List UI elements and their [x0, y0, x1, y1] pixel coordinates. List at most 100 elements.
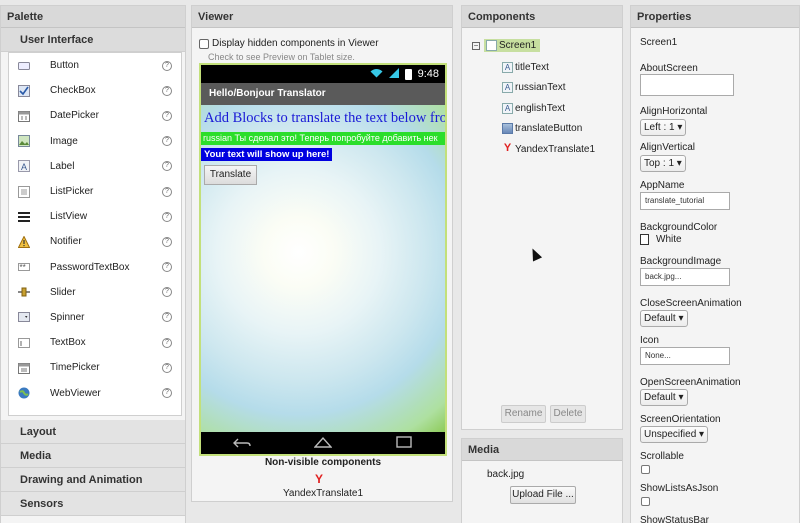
prop-label-showstatusbar: ShowStatusBar	[640, 515, 709, 523]
help-icon[interactable]: ?	[162, 337, 172, 348]
english-text-label[interactable]: Your text will show up here!	[201, 148, 333, 161]
palette-item-passwordtextbox[interactable]: ** PasswordTextBox ?	[9, 255, 181, 280]
phone-preview: 9:48 Hello/Bonjour Translator Add Blocks…	[199, 63, 447, 456]
palette-item-label: WebViewer	[50, 387, 101, 399]
help-icon[interactable]: ?	[162, 287, 172, 298]
palette-item-label: ListView	[50, 211, 88, 223]
tree-item-englishtext[interactable]: A englishText	[502, 100, 565, 117]
palette-item-label: Button	[50, 60, 79, 72]
tree-item-russiantext[interactable]: A russianText	[502, 79, 566, 96]
rename-button[interactable]: Rename	[501, 405, 546, 423]
yandex-icon: Y	[315, 472, 324, 486]
closescreenanimation-select[interactable]: Default ▾	[640, 310, 688, 327]
help-icon[interactable]: ?	[162, 161, 172, 172]
palette-title: Palette	[1, 6, 185, 28]
prop-label-screenorientation: ScreenOrientation	[640, 414, 721, 425]
display-hidden-checkbox-row[interactable]: Display hidden components in Viewer	[199, 38, 379, 49]
media-panel: Media back.jpg Upload File ...	[461, 438, 623, 523]
help-icon[interactable]: ?	[162, 262, 172, 273]
help-icon[interactable]: ?	[162, 85, 172, 96]
media-file-item[interactable]: back.jpg	[487, 469, 524, 480]
components-title: Components	[462, 6, 622, 28]
backgroundcolor-picker[interactable]: White	[640, 234, 682, 245]
help-icon[interactable]: ?	[162, 211, 172, 222]
backgroundcolor-value: White	[656, 234, 682, 245]
palette-item-webviewer[interactable]: WebViewer ?	[9, 380, 181, 405]
tree-item-label: Screen1	[499, 40, 537, 51]
tree-item-screen1[interactable]: Screen1	[484, 37, 541, 54]
color-swatch	[640, 234, 649, 245]
properties-title: Properties	[631, 6, 799, 28]
backgroundimage-input[interactable]: back.jpg...	[640, 268, 730, 286]
label-icon: A	[502, 103, 513, 114]
title-text-label[interactable]: Add Blocks to translate the text below f…	[201, 105, 445, 130]
aboutscreen-textarea[interactable]	[640, 74, 734, 96]
prop-label-openscreenanimation: OpenScreenAnimation	[640, 377, 741, 388]
palette-panel: Palette User Interface Button ? CheckBox…	[0, 5, 186, 523]
display-hidden-checkbox[interactable]	[199, 38, 209, 49]
category-user-interface[interactable]: User Interface	[1, 28, 185, 52]
category-sensors[interactable]: Sensors	[1, 492, 185, 516]
showlistsasjson-checkbox[interactable]	[641, 497, 650, 506]
translate-button[interactable]: Translate	[204, 165, 257, 185]
tree-item-screen1-selected[interactable]: Screen1	[484, 39, 541, 52]
prop-label-appname: AppName	[640, 180, 685, 191]
delete-button[interactable]: Delete	[550, 405, 586, 423]
tree-item-translatebutton[interactable]: translateButton	[502, 120, 582, 137]
help-icon[interactable]: ?	[162, 136, 172, 147]
palette-item-checkbox[interactable]: CheckBox ?	[9, 78, 181, 103]
tree-item-titletext[interactable]: A titleText	[502, 59, 549, 76]
prop-label-aboutscreen: AboutScreen	[640, 63, 698, 74]
upload-file-button[interactable]: Upload File ...	[510, 486, 576, 504]
button-icon	[502, 123, 513, 134]
russian-text-label[interactable]: russian Ты сделал это! Теперь попробуйте…	[201, 132, 445, 145]
appname-input[interactable]: translate_tutorial	[640, 192, 730, 210]
textbox-icon	[18, 337, 30, 349]
palette-item-timepicker[interactable]: TimePicker ?	[9, 355, 181, 380]
signal-icon	[388, 67, 399, 81]
palette-item-label: TimePicker	[50, 362, 100, 374]
palette-item-label: CheckBox	[50, 85, 96, 97]
collapse-icon[interactable]: −	[472, 42, 480, 50]
notifier-icon	[18, 235, 30, 248]
help-icon[interactable]: ?	[162, 388, 172, 399]
alignhorizontal-select[interactable]: Left : 1 ▾	[640, 119, 687, 136]
palette-item-textbox[interactable]: TextBox ?	[9, 330, 181, 355]
palette-item-label[interactable]: A Label ?	[9, 154, 181, 179]
palette-item-image[interactable]: Image ?	[9, 129, 181, 154]
help-icon[interactable]: ?	[162, 362, 172, 373]
tree-item-label: titleText	[515, 62, 549, 73]
help-icon[interactable]: ?	[162, 60, 172, 71]
scrollable-checkbox[interactable]	[641, 465, 650, 474]
category-media[interactable]: Media	[1, 444, 185, 468]
category-layout[interactable]: Layout	[1, 420, 185, 444]
palette-item-button[interactable]: Button ?	[9, 53, 181, 78]
help-icon[interactable]: ?	[162, 236, 172, 247]
help-icon[interactable]: ?	[162, 186, 172, 197]
image-icon	[18, 135, 30, 148]
palette-item-datepicker[interactable]: DatePicker ?	[9, 103, 181, 128]
tablet-preview-hint[interactable]: Check to see Preview on Tablet size.	[208, 52, 355, 62]
help-icon[interactable]: ?	[162, 312, 172, 323]
category-drawing-animation[interactable]: Drawing and Animation	[1, 468, 185, 492]
icon-input[interactable]: None...	[640, 347, 730, 365]
palette-item-label: ListPicker	[50, 186, 94, 198]
label-icon: A	[502, 82, 513, 93]
nonvisible-item-yandex[interactable]: YandexTranslate1	[192, 488, 454, 499]
palette-item-label: Label	[50, 160, 75, 172]
palette-item-notifier[interactable]: Notifier ?	[9, 229, 181, 254]
help-icon[interactable]: ?	[162, 110, 172, 121]
status-time: 9:48	[417, 68, 439, 80]
media-title: Media	[462, 439, 622, 461]
palette-item-listview[interactable]: ListView ?	[9, 204, 181, 229]
palette-item-slider[interactable]: Slider ?	[9, 280, 181, 305]
palette-item-spinner[interactable]: Spinner ?	[9, 305, 181, 330]
screenorientation-select[interactable]: Unspecified ▾	[640, 426, 709, 443]
palette-item-listpicker[interactable]: ListPicker ?	[9, 179, 181, 204]
openscreenanimation-select[interactable]: Default ▾	[640, 389, 688, 406]
tree-item-yandextranslate1[interactable]: Y YandexTranslate1	[502, 141, 595, 158]
status-bar: 9:48	[201, 65, 445, 83]
label-icon: A	[502, 62, 513, 73]
palette-item-label: DatePicker	[50, 110, 99, 122]
alignvertical-select[interactable]: Top : 1 ▾	[640, 155, 686, 172]
